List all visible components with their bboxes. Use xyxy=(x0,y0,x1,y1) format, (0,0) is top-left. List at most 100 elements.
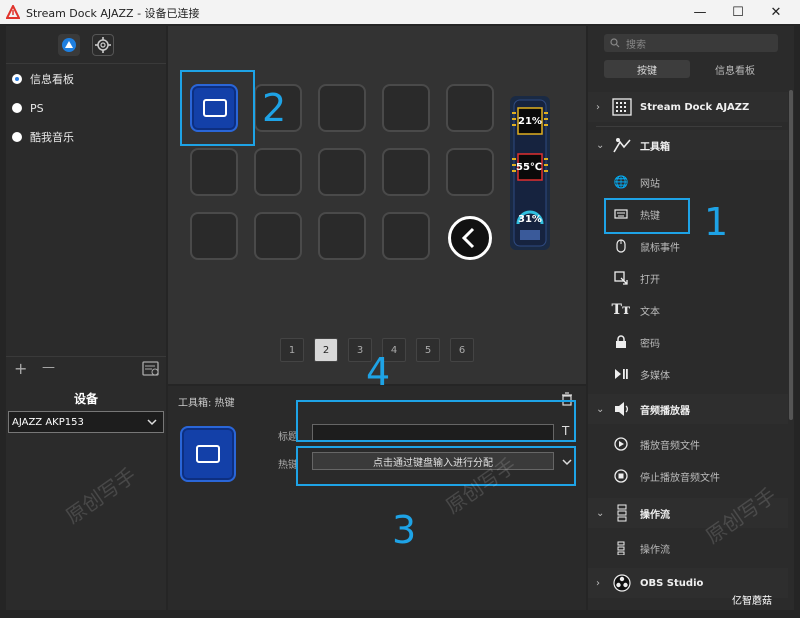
divider xyxy=(596,126,782,127)
category-label: Stream Dock AJAZZ xyxy=(640,101,750,113)
maximize-icon: ☐ xyxy=(732,4,744,20)
obs-icon xyxy=(613,574,631,592)
chevron-down-icon: ⌄ xyxy=(596,403,605,415)
radio-icon xyxy=(12,103,22,113)
settings-button[interactable] xyxy=(92,34,114,56)
add-profile-button[interactable]: + xyxy=(14,359,27,378)
device-select[interactable]: AJAZZ AKP153 xyxy=(8,411,164,433)
category-label: 音频播放器 xyxy=(640,405,690,417)
action-label: 打开 xyxy=(640,274,660,286)
remove-profile-button[interactable]: — xyxy=(42,360,55,375)
key-slot[interactable] xyxy=(382,148,430,196)
temperature: 55℃ xyxy=(516,162,543,173)
chevron-right-icon: › xyxy=(596,101,600,113)
brand-watermark: 亿智蘑菇 xyxy=(732,596,772,607)
play-circle-icon xyxy=(614,437,628,451)
keypad-icon xyxy=(612,98,632,116)
category-toolbox[interactable]: ⌄ 工具箱 xyxy=(588,130,788,160)
annotation-number-3: 3 xyxy=(392,508,417,552)
chevron-down-icon xyxy=(147,419,157,426)
device-heading: 设备 xyxy=(73,392,98,406)
gpu-usage: 31% xyxy=(518,214,542,225)
category-stream-dock[interactable]: › Stream Dock AJAZZ xyxy=(588,92,788,122)
key-slot[interactable] xyxy=(318,212,366,260)
flow-icon xyxy=(617,504,627,522)
action-play-audio[interactable]: 播放音频文件 xyxy=(588,430,788,458)
annotation-box-4 xyxy=(296,400,576,442)
app-logo-icon xyxy=(6,5,20,19)
action-flow[interactable]: 操作流 xyxy=(588,534,788,562)
minimize-icon: — xyxy=(693,4,707,20)
property-key-preview xyxy=(180,426,236,482)
profile-item-1[interactable]: PS xyxy=(12,98,44,118)
key-slot[interactable] xyxy=(318,148,366,196)
key-slot[interactable] xyxy=(190,212,238,260)
page-button-6[interactable]: 6 xyxy=(450,338,474,362)
action-label: 鼠标事件 xyxy=(640,242,680,254)
mouse-icon xyxy=(616,239,626,253)
page-button-2[interactable]: 2 xyxy=(314,338,338,362)
key-slot[interactable] xyxy=(446,84,494,132)
property-header: 工具箱: 热键 xyxy=(178,398,235,409)
tab-info-board[interactable]: 信息看板 xyxy=(692,60,778,78)
radio-icon xyxy=(12,132,22,142)
profile-label: 信息看板 xyxy=(30,73,74,86)
chevron-down-icon: ⌄ xyxy=(596,139,605,151)
radio-selected-icon xyxy=(12,74,22,84)
import-profile-icon[interactable] xyxy=(142,361,160,377)
category-label: OBS Studio xyxy=(640,577,704,589)
search-placeholder: 搜索 xyxy=(626,39,646,51)
right-scrollbar[interactable] xyxy=(788,26,794,610)
flow-icon xyxy=(617,541,625,555)
category-label: 操作流 xyxy=(640,509,670,521)
action-website[interactable]: 🌐 网站 xyxy=(588,168,788,196)
action-multimedia[interactable]: 多媒体 xyxy=(588,360,788,388)
maximize-button[interactable]: ☐ xyxy=(718,0,758,24)
action-label: 网站 xyxy=(640,178,660,190)
search-input[interactable]: 搜索 xyxy=(604,34,778,52)
annotation-box-3 xyxy=(296,446,576,486)
key-slot[interactable] xyxy=(446,148,494,196)
chevron-right-icon: › xyxy=(596,577,600,589)
key-slot[interactable] xyxy=(254,212,302,260)
key-slot[interactable] xyxy=(318,84,366,132)
key-slot[interactable] xyxy=(254,148,302,196)
key-slot[interactable] xyxy=(382,84,430,132)
system-monitor-widget[interactable]: 21% 55℃ 31% xyxy=(510,96,550,250)
category-audio-player[interactable]: ⌄ 音频播放器 xyxy=(588,394,788,424)
profile-actions: + — xyxy=(6,356,166,380)
title-bar: Stream Dock AJAZZ - 设备已连接 — ☐ ✕ xyxy=(0,0,800,24)
action-mouse-event[interactable]: 鼠标事件 xyxy=(588,232,788,260)
hotkey-label: 热键 xyxy=(278,460,298,471)
back-page-button[interactable] xyxy=(448,216,492,260)
scroll-thumb[interactable] xyxy=(789,90,793,420)
close-button[interactable]: ✕ xyxy=(756,0,796,24)
tab-keys[interactable]: 按键 xyxy=(604,60,690,78)
key-slot[interactable] xyxy=(190,148,238,196)
page-button-5[interactable]: 5 xyxy=(416,338,440,362)
device-name: AJAZZ AKP153 xyxy=(12,416,84,428)
action-label: 多媒体 xyxy=(640,370,670,382)
lock-icon xyxy=(616,335,626,348)
action-text[interactable]: Tт 文本 xyxy=(588,296,788,324)
open-icon xyxy=(614,271,628,285)
profile-toolbar xyxy=(6,26,166,64)
annotation-number-2: 2 xyxy=(262,86,287,130)
text-icon: Tт xyxy=(611,302,631,318)
speaker-icon xyxy=(615,402,628,416)
gear-icon xyxy=(95,37,111,53)
app-window: Stream Dock AJAZZ - 设备已连接 — ☐ ✕ 信息看板 PS … xyxy=(0,0,800,618)
page-button-1[interactable]: 1 xyxy=(280,338,304,362)
stream-dock-profile-button[interactable] xyxy=(58,34,80,56)
action-password[interactable]: 密码 xyxy=(588,328,788,356)
key-slot[interactable] xyxy=(382,212,430,260)
chevron-down-icon: ⌄ xyxy=(596,507,605,519)
annotation-number-1: 1 xyxy=(704,200,729,244)
action-open[interactable]: 打开 xyxy=(588,264,788,292)
annotation-box-2 xyxy=(180,70,255,146)
minimize-button[interactable]: — xyxy=(680,0,720,24)
title-label: 标题 xyxy=(278,432,298,443)
profile-item-2[interactable]: 酷我音乐 xyxy=(12,127,74,147)
action-label: 操作流 xyxy=(640,544,670,556)
profile-item-0[interactable]: 信息看板 xyxy=(12,69,74,89)
